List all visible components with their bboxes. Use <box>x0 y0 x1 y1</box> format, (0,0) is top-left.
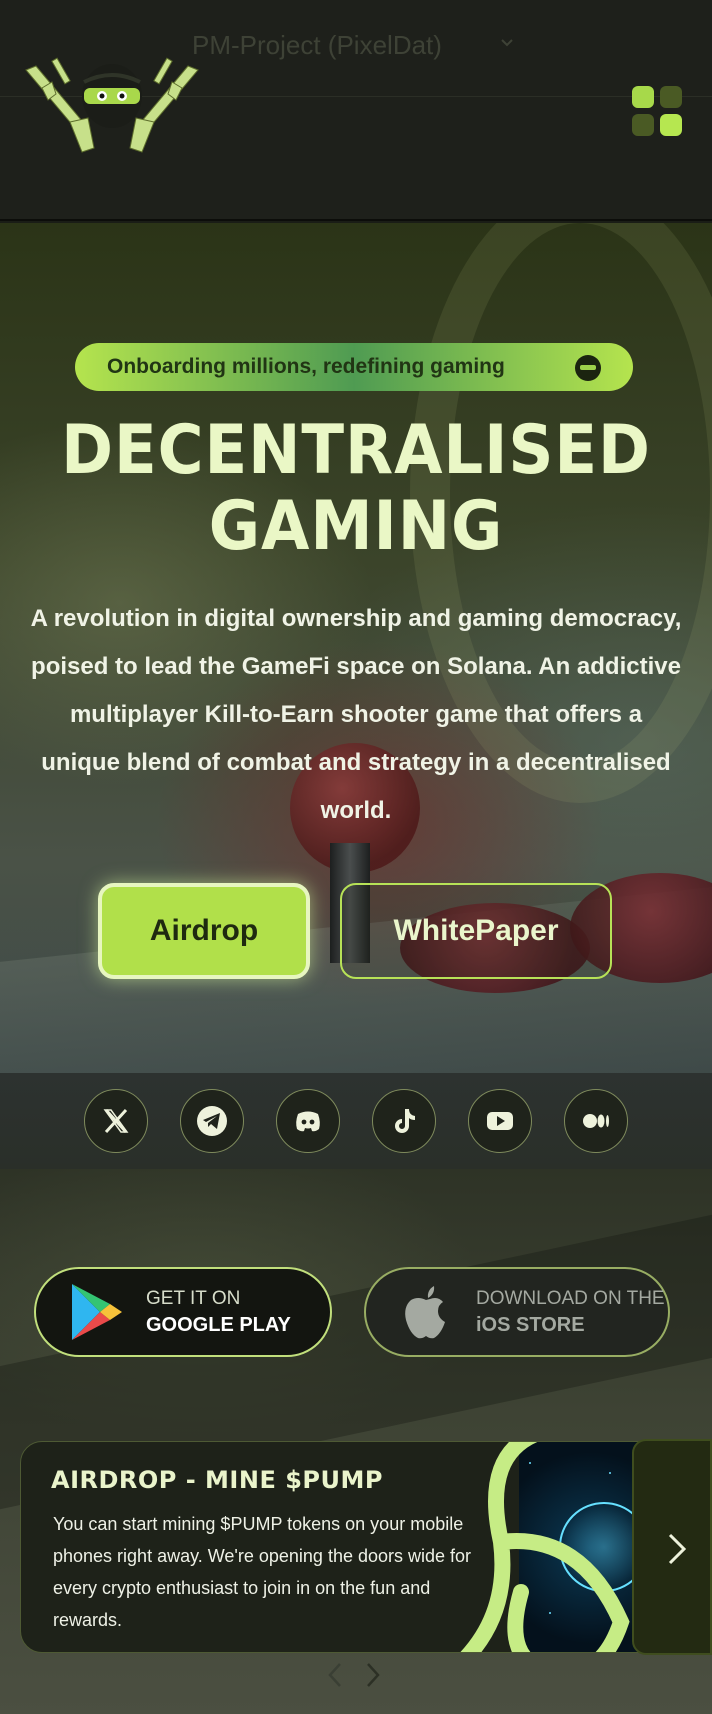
medium-icon <box>583 1114 609 1128</box>
hero-title: DECENTRALISED GAMING <box>28 413 683 565</box>
social-links-bar <box>0 1073 712 1169</box>
discord-icon <box>296 1111 320 1132</box>
youtube-icon <box>487 1112 513 1130</box>
google-play-small-text: GET IT ON <box>146 1287 241 1309</box>
discord-link[interactable] <box>276 1089 340 1153</box>
grid-menu-icon[interactable] <box>632 86 684 138</box>
card-title: AIRDROP - MINE $PUMP <box>51 1466 383 1494</box>
project-title[interactable]: PM-Project (PixelDat) <box>192 30 442 61</box>
airdrop-button[interactable]: Airdrop <box>98 883 310 979</box>
whitepaper-button[interactable]: WhitePaper <box>340 883 612 979</box>
grid-cell <box>632 114 654 136</box>
grid-cell <box>660 114 682 136</box>
tagline-pill: Onboarding millions, redefining gaming <box>75 343 633 391</box>
chevron-right-icon <box>668 1533 687 1565</box>
ios-store-button[interactable]: DOWNLOAD ON THE iOS STORE <box>364 1267 670 1357</box>
ninja-with-rifles-logo[interactable] <box>22 48 202 158</box>
google-play-button[interactable]: GET IT ON GOOGLE PLAY <box>34 1267 332 1357</box>
hero-title-line1: DECENTRALISED <box>61 411 651 490</box>
tagline-text: Onboarding millions, redefining gaming <box>107 355 505 378</box>
medium-link[interactable] <box>564 1089 628 1153</box>
grid-cell <box>632 86 654 108</box>
youtube-link[interactable] <box>468 1089 532 1153</box>
tiktok-icon <box>395 1109 415 1133</box>
ninja-icon <box>575 355 601 381</box>
ios-store-big-text: iOS STORE <box>476 1313 585 1336</box>
ios-store-small-text: DOWNLOAD ON THE <box>476 1287 665 1309</box>
chevron-down-icon[interactable] <box>500 36 514 50</box>
chevron-right-icon[interactable] <box>364 1661 382 1689</box>
card-text: You can start mining $PUMP tokens on you… <box>53 1514 472 1630</box>
telegram-icon <box>197 1106 227 1136</box>
top-header: PM-Project (PixelDat) <box>0 0 712 221</box>
telegram-link[interactable] <box>180 1089 244 1153</box>
x-link[interactable] <box>84 1089 148 1153</box>
stores-section: GET IT ON GOOGLE PLAY DOWNLOAD ON THE iO… <box>0 1169 712 1714</box>
apple-icon <box>405 1286 445 1339</box>
carousel-pager <box>318 1653 390 1697</box>
chevron-left-icon[interactable] <box>326 1661 344 1689</box>
google-play-big-text: GOOGLE PLAY <box>146 1313 291 1336</box>
google-play-icon <box>72 1284 122 1340</box>
tiktok-link[interactable] <box>372 1089 436 1153</box>
hero-title-line2: GAMING <box>208 487 504 566</box>
carousel-next-panel[interactable] <box>632 1439 712 1655</box>
grid-cell <box>660 86 682 108</box>
x-icon <box>103 1108 129 1134</box>
hero-description: A revolution in digital ownership and ga… <box>30 605 682 824</box>
hero-section: Onboarding millions, redefining gaming D… <box>0 223 712 1073</box>
airdrop-card[interactable]: AIRDROP - MINE $PUMP You can start minin… <box>20 1441 660 1653</box>
